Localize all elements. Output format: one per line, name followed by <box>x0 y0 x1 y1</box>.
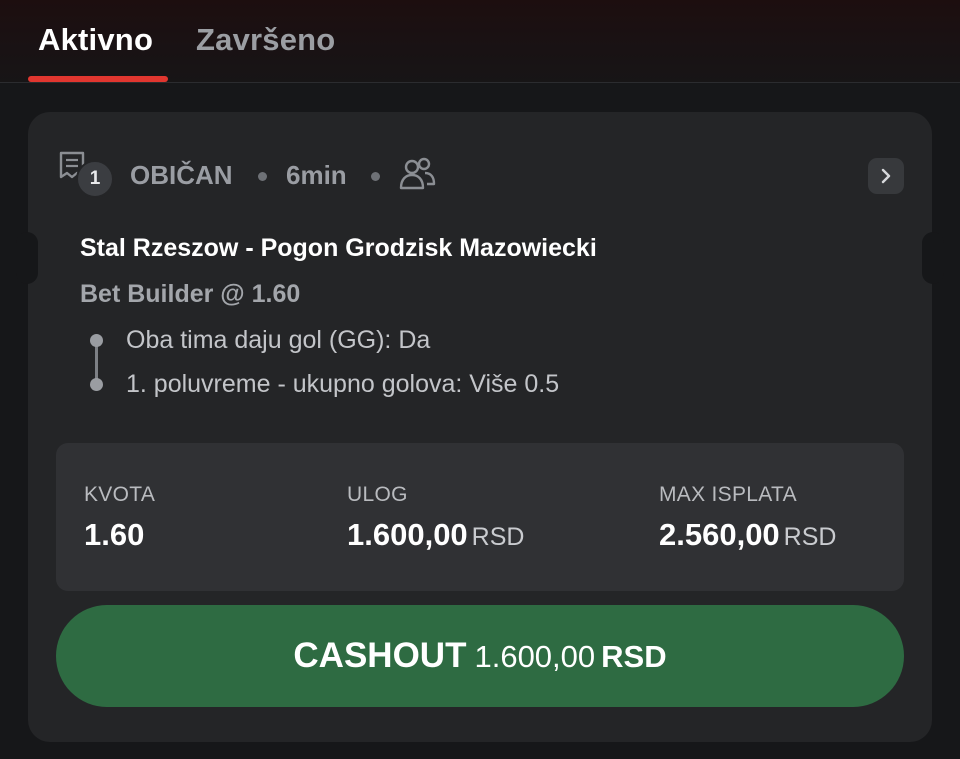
cashout-currency: RSD <box>601 639 667 674</box>
selection-dot <box>90 334 103 347</box>
market-label: Bet Builder @ 1.60 <box>80 280 301 308</box>
cashout-amount: 1.600,00 <box>474 639 596 674</box>
selection-dot <box>90 378 103 391</box>
bet-type-label: OBIČAN <box>130 160 233 190</box>
ticket-header: 1 OBIČAN 6min <box>58 148 908 204</box>
people-icon <box>398 156 438 192</box>
max-payout-stat: MAX ISPLATA 2.560,00 RSD <box>659 483 836 553</box>
max-payout-value-row: 2.560,00 RSD <box>659 517 836 553</box>
selection-list: Oba tima daju gol (GG): Da 1. poluvreme … <box>88 324 788 414</box>
separator-dot <box>258 172 267 181</box>
tab-bar: Aktivno Završeno <box>0 0 960 83</box>
max-payout-value: 2.560,00 <box>659 517 780 552</box>
active-tab-indicator <box>28 76 168 82</box>
max-payout-currency: RSD <box>783 523 837 551</box>
bet-ticket-card[interactable]: 1 OBIČAN 6min Stal Rzeszow - Pogon Grodz… <box>16 112 944 742</box>
bet-summary: KVOTA 1.60 ULOG 1.600,00 RSD MAX ISPLATA … <box>56 443 904 591</box>
stake-value-row: 1.600,00 RSD <box>347 517 524 553</box>
stake-value: 1.600,00 <box>347 517 468 552</box>
ticket-notch-left <box>16 232 38 284</box>
cashout-label: CASHOUT <box>293 636 467 675</box>
odds-label: KVOTA <box>84 483 156 506</box>
tab-active[interactable]: Aktivno <box>38 22 153 58</box>
chevron-right-icon <box>881 168 891 184</box>
match-title: Stal Rzeszow - Pogon Grodzisk Mazowiecki <box>80 234 597 262</box>
time-ago-label: 6min <box>286 160 347 190</box>
odds-value: 1.60 <box>84 517 145 552</box>
stake-label: ULOG <box>347 483 408 506</box>
cashout-button[interactable]: CASHOUT 1.600,00 RSD <box>56 605 904 707</box>
selection-item: 1. poluvreme - ukupno golova: Više 0.5 <box>126 370 560 398</box>
tab-finished[interactable]: Završeno <box>196 22 335 58</box>
ticket-notch-right <box>922 232 944 284</box>
separator-dot <box>371 172 380 181</box>
ticket-details-button[interactable] <box>868 158 904 194</box>
stake-currency: RSD <box>471 523 525 551</box>
selection-item: Oba tima daju gol (GG): Da <box>126 326 431 354</box>
odds-stat: KVOTA 1.60 <box>84 483 155 553</box>
selections-count-badge: 1 <box>76 160 114 198</box>
max-payout-label: MAX ISPLATA <box>659 483 797 506</box>
stake-stat: ULOG 1.600,00 RSD <box>347 483 524 553</box>
